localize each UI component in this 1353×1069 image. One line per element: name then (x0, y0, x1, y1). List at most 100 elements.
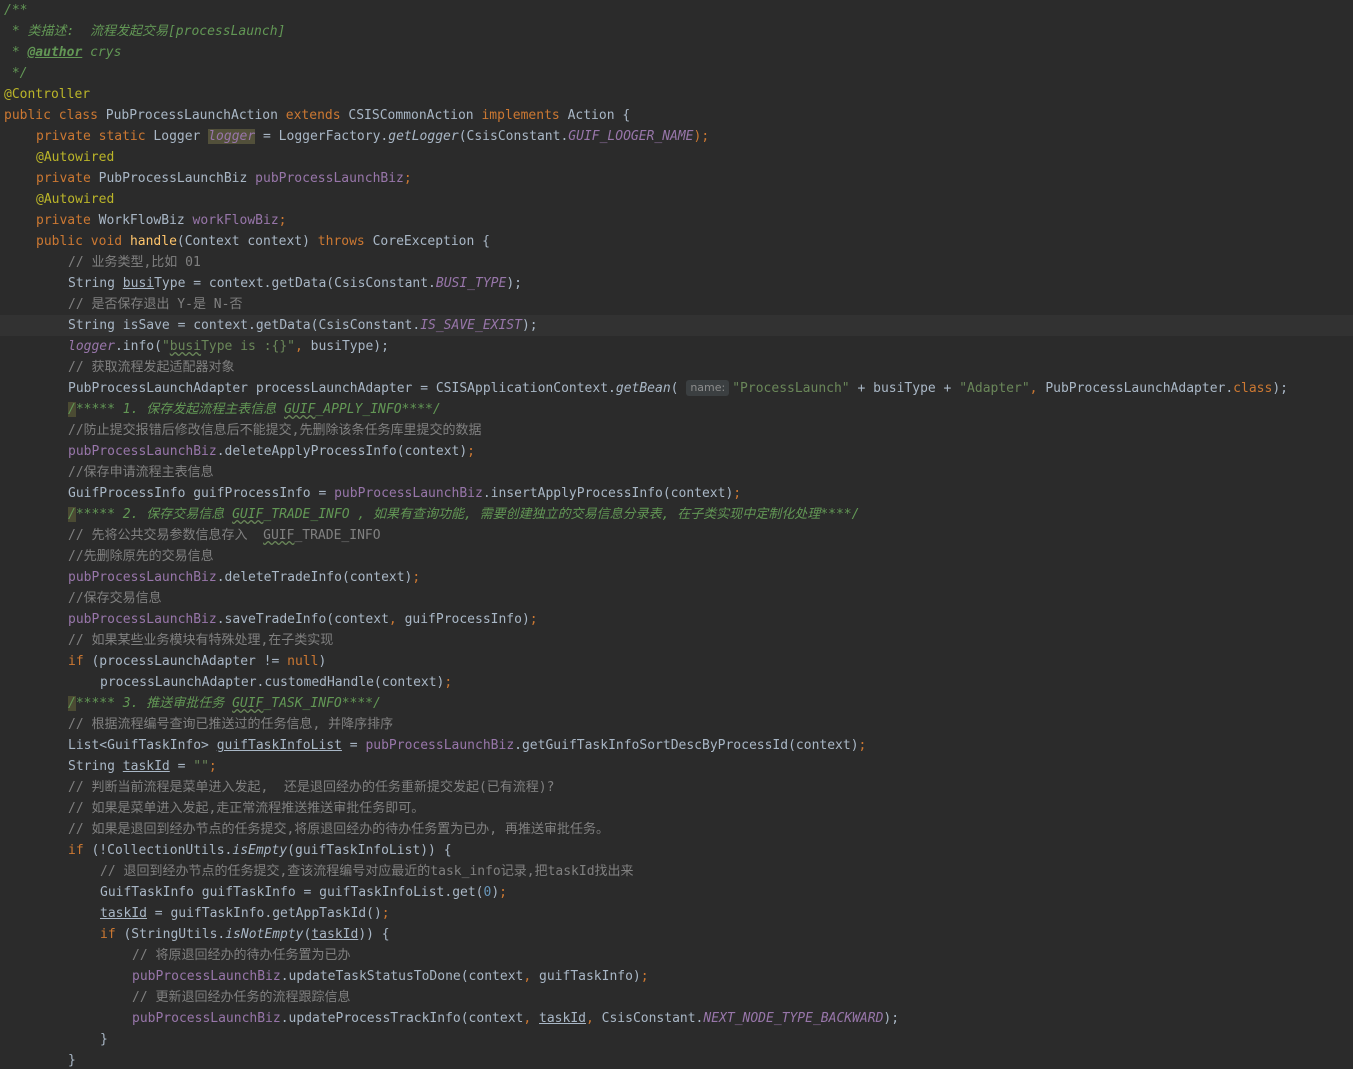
code-line: processLaunchAdapter.customedHandle(cont… (0, 672, 1353, 693)
code-token: // 业务类型,比如 01 (68, 255, 201, 270)
code-token: List<GuifTaskInfo> (68, 738, 217, 753)
code-line: /***** 3. 推送审批任务 GUIF_TASK_INFO****/ (0, 693, 1353, 714)
code-token: ) (318, 654, 327, 669)
code-editor[interactable]: /** * 类描述: 流程发起交易[processLaunch] * @auth… (0, 0, 1353, 1069)
code-token: ***** 2. 保存交易信息 (75, 507, 233, 522)
code-line: @Controller (0, 84, 1353, 105)
code-line: //先删除原先的交易信息 (0, 546, 1353, 567)
code-line: * 类描述: 流程发起交易[processLaunch] (0, 21, 1353, 42)
code-token: // 退回到经办节点的任务提交,查该流程编号对应最近的task_info记录,把… (100, 864, 634, 879)
code-line: /** (0, 0, 1353, 21)
code-token: "ProcessLaunch" (732, 381, 850, 396)
code-token: Action { (559, 108, 631, 123)
code-line: } (0, 1050, 1353, 1069)
annotation: @Autowired (36, 192, 115, 207)
code-token: guifTaskInfoList (216, 738, 342, 753)
code-token: // 如果是菜单进入发起,走正常流程推送推送审批任务即可。 (68, 801, 425, 816)
code-line: taskId = guifTaskInfo.getAppTaskId(); (0, 903, 1353, 924)
code-token: */ (4, 66, 28, 81)
code-token: if (68, 843, 84, 858)
code-line: if (!CollectionUtils.isEmpty(guifTaskInf… (0, 840, 1353, 861)
code-token: / (68, 402, 76, 417)
code-line: // 如果是菜单进入发起,走正常流程推送推送审批任务即可。 (0, 798, 1353, 819)
code-line: // 更新退回经办任务的流程跟踪信息 (0, 987, 1353, 1008)
code-token: .insertApplyProcessInfo(context) (482, 486, 734, 501)
code-token: GuifTaskInfo guifTaskInfo = guifTaskInfo… (100, 885, 484, 900)
code-token: ( (670, 381, 687, 396)
code-token: CSISCommonAction (340, 108, 482, 123)
code-token: String (68, 759, 123, 774)
code-token: PubProcessLaunchAdapter processLaunchAda… (68, 381, 616, 396)
code-token: pubProcessLaunchBiz (132, 969, 281, 984)
code-token: class (58, 108, 98, 123)
code-token: ; (858, 738, 867, 753)
code-line: // 将原退回经办的待办任务置为已办 (0, 945, 1353, 966)
code-line: List<GuifTaskInfo> guifTaskInfoList = pu… (0, 735, 1353, 756)
code-token: // 先将公共交易参数信息存入 (68, 528, 264, 543)
code-token: String isSave = context.getData(CsisCons… (68, 318, 421, 333)
code-token: isNotEmpty (225, 927, 304, 942)
code-token: class (1233, 381, 1273, 396)
code-line: /***** 2. 保存交易信息 GUIF_TRADE_INFO , 如果有查询… (0, 504, 1353, 525)
code-token: CsisConstant. (601, 1011, 704, 1026)
code-token: taskId (311, 927, 359, 942)
code-line: //防止提交报错后修改信息后不能提交,先删除该条任务库里提交的数据 (0, 420, 1353, 441)
code-token: if (68, 654, 84, 669)
code-token: ; (499, 885, 507, 900)
code-line: //保存交易信息 (0, 588, 1353, 609)
code-token: void (90, 234, 123, 249)
parameter-hint: name: (686, 380, 730, 396)
code-line: */ (0, 63, 1353, 84)
code-token: Type is :{}" (201, 339, 295, 354)
code-token: (CsisConstant. (458, 129, 569, 144)
code-token: .deleteTradeInfo(context) (216, 570, 413, 585)
code-token: private (36, 171, 91, 186)
code-token: pubProcessLaunchBiz (334, 486, 483, 501)
code-token: // 更新退回经办任务的流程跟踪信息 (132, 990, 351, 1005)
code-token: ; (733, 486, 742, 501)
code-token: isEmpty (232, 843, 288, 858)
code-token: // 是否保存退出 Y-是 N-否 (68, 297, 243, 312)
code-token: // 根据流程编号查询已推送过的任务信息, 并降序排序 (68, 717, 394, 732)
code-token: taskId (122, 759, 170, 774)
code-line: logger.info("busiType is :{}", busiType)… (0, 336, 1353, 357)
code-line: pubProcessLaunchBiz.deleteApplyProcessIn… (0, 441, 1353, 462)
code-token: ; (278, 213, 287, 228)
code-line: pubProcessLaunchBiz.saveTradeInfo(contex… (0, 609, 1353, 630)
code-token: ***** 1. 保存发起流程主表信息 (75, 402, 285, 417)
code-token: * (4, 45, 28, 60)
code-token: , (585, 1011, 602, 1026)
code-token: , (1029, 381, 1046, 396)
code-token: * 类描述: 流程发起交易[processLaunch] (4, 24, 286, 39)
code-token: taskId (100, 906, 147, 921)
code-token: // 判断当前流程是菜单进入发起, 还是退回经办的任务重新提交发起(已有流程)? (68, 780, 555, 795)
code-token: .info( (114, 339, 162, 354)
code-token: ; (529, 612, 538, 627)
code-token: (!CollectionUtils. (83, 843, 233, 858)
code-token: ***** 3. 推送审批任务 (75, 696, 233, 711)
code-token: ); (1272, 381, 1288, 396)
code-token: pubProcessLaunchBiz (68, 444, 217, 459)
code-token: busi (122, 276, 155, 291)
code-token: Type = context.getData(CsisConstant. (154, 276, 436, 291)
code-line: public void handle(Context context) thro… (0, 231, 1353, 252)
code-token: // 如果是退回到经办节点的任务提交,将原退回经办的待办任务置为已办, 再推送审… (68, 822, 609, 837)
code-token: PubProcessLaunchAction (97, 108, 286, 123)
code-token: processLaunchAdapter.customedHandle(cont… (100, 675, 445, 690)
code-line: // 如果某些业务模块有特殊处理,在子类实现 (0, 630, 1353, 651)
code-token: PubProcessLaunchBiz (90, 171, 256, 186)
code-token: (guifTaskInfoList)) { (287, 843, 452, 858)
code-token: " (161, 339, 170, 354)
code-line: pubProcessLaunchBiz.updateTaskStatusToDo… (0, 966, 1353, 987)
code-line: @Autowired (0, 147, 1353, 168)
code-token: IS_SAVE_EXIST (420, 318, 522, 333)
code-token: implements (481, 108, 560, 123)
code-line: // 先将公共交易参数信息存入 GUIF_TRADE_INFO (0, 525, 1353, 546)
code-token: /** (4, 3, 28, 18)
code-token: ; (381, 906, 390, 921)
code-token: (Context context) (176, 234, 318, 249)
code-token: logger (68, 339, 115, 354)
